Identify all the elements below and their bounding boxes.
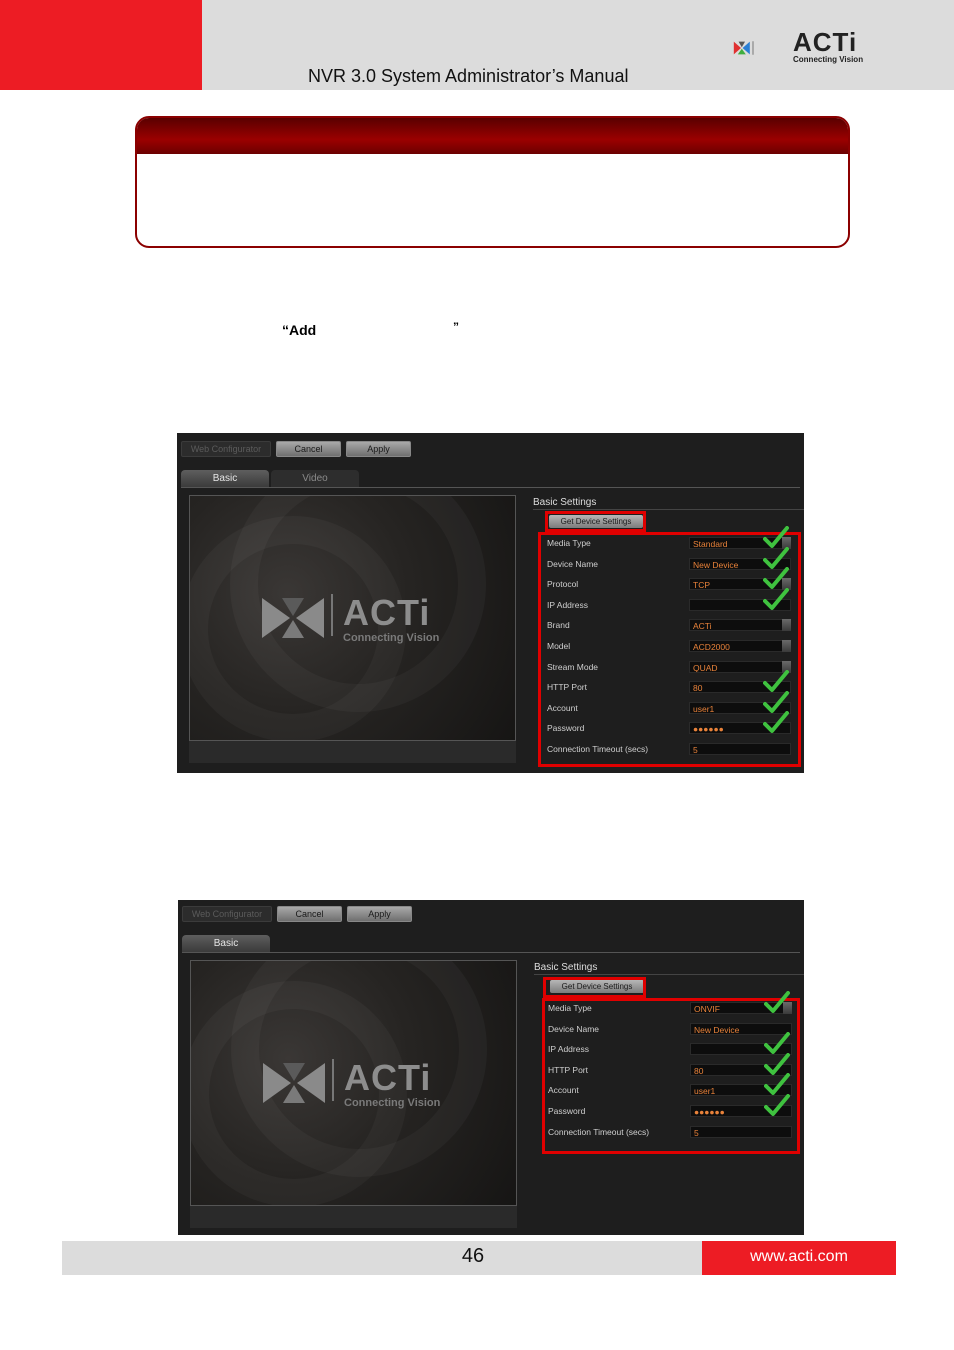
preview-controls-bar bbox=[190, 1206, 517, 1228]
web-configurator-button[interactable]: Web Configurator bbox=[181, 441, 271, 457]
field-input[interactable]: 5 bbox=[689, 743, 791, 755]
field-label: HTTP Port bbox=[547, 682, 587, 693]
field-label: HTTP Port bbox=[548, 1064, 588, 1075]
field-label: Brand bbox=[547, 620, 570, 631]
page-number: 46 bbox=[461, 1245, 485, 1267]
checkmark-icon bbox=[764, 1094, 790, 1118]
get-settings-highlight bbox=[545, 511, 646, 532]
preview-logo-divider bbox=[331, 594, 333, 636]
screenshot-onvif-device: Web Configurator Cancel Apply Basic ACTi… bbox=[178, 900, 804, 1235]
field-select[interactable]: ACTi bbox=[689, 619, 791, 632]
field-label: Password bbox=[547, 723, 585, 734]
brand-tagline: Connecting Vision bbox=[793, 55, 864, 64]
field-label: Connection Timeout (secs) bbox=[547, 744, 649, 754]
acti-logo-icon bbox=[733, 41, 754, 55]
field-input[interactable]: 5 bbox=[690, 1125, 792, 1138]
chevron-down-icon[interactable] bbox=[782, 619, 791, 632]
checkmark-icon bbox=[764, 991, 790, 1015]
field-label: Media Type bbox=[548, 1003, 592, 1013]
field-label: Account bbox=[548, 1085, 579, 1096]
tab-basic[interactable]: Basic bbox=[182, 935, 270, 952]
closing-quote: ” bbox=[453, 320, 459, 334]
preview-brand: ACTi bbox=[343, 592, 431, 633]
video-preview: ACTi Connecting Vision bbox=[189, 495, 516, 741]
chevron-down-icon[interactable] bbox=[782, 640, 791, 652]
field-label: Device Name bbox=[548, 1023, 600, 1034]
note-box-header bbox=[137, 118, 848, 154]
field-label: Model bbox=[547, 641, 571, 651]
add-device-text: “Add bbox=[282, 322, 317, 338]
preview-brand: ACTi bbox=[344, 1057, 432, 1098]
field-label: Password bbox=[548, 1106, 586, 1116]
apply-button[interactable]: Apply bbox=[346, 441, 411, 457]
preview-tagline: Connecting Vision bbox=[344, 1097, 441, 1109]
manual-title: NVR 3.0 System Administrator’s Manual bbox=[308, 66, 629, 86]
field-label: Connection Timeout (secs) bbox=[548, 1126, 650, 1137]
tab-video[interactable]: Video bbox=[271, 470, 359, 487]
field-label: Media Type bbox=[547, 538, 591, 548]
tab-divider bbox=[181, 487, 800, 488]
get-settings-highlight bbox=[543, 977, 646, 998]
tab-basic[interactable]: Basic bbox=[181, 470, 269, 487]
preview-logo-icon bbox=[263, 1063, 325, 1103]
cancel-button[interactable]: Cancel bbox=[277, 906, 342, 922]
note-box bbox=[135, 116, 850, 248]
preview-logo-icon bbox=[262, 598, 324, 638]
checkmark-icon bbox=[763, 711, 789, 735]
brand-name: ACTi bbox=[793, 27, 858, 57]
cancel-button[interactable]: Cancel bbox=[276, 441, 341, 457]
field-label: Protocol bbox=[547, 579, 579, 590]
preview-controls-bar bbox=[189, 741, 516, 763]
field-label: Account bbox=[547, 702, 578, 713]
field-label: Stream Mode bbox=[547, 661, 599, 672]
field-label: IP Address bbox=[547, 599, 588, 610]
video-preview: ACTi Connecting Vision bbox=[190, 960, 517, 1206]
apply-button[interactable]: Apply bbox=[347, 906, 412, 922]
field-label: Device Name bbox=[547, 558, 599, 569]
basic-settings-title: Basic Settings bbox=[533, 497, 597, 508]
header-red-block bbox=[0, 0, 202, 90]
basic-settings-title: Basic Settings bbox=[534, 962, 598, 973]
checkmark-icon bbox=[763, 587, 789, 612]
screenshot-standard-device: Web Configurator Cancel Apply Basic Vide… bbox=[177, 433, 804, 773]
field-label: IP Address bbox=[548, 1044, 589, 1055]
footer-url[interactable]: www.acti.com bbox=[702, 1248, 896, 1266]
web-configurator-button[interactable]: Web Configurator bbox=[182, 906, 272, 922]
tab-divider bbox=[182, 952, 800, 953]
preview-tagline: Connecting Vision bbox=[343, 632, 440, 644]
field-select[interactable]: ACD2000 bbox=[689, 640, 791, 652]
preview-logo-divider bbox=[332, 1059, 334, 1101]
